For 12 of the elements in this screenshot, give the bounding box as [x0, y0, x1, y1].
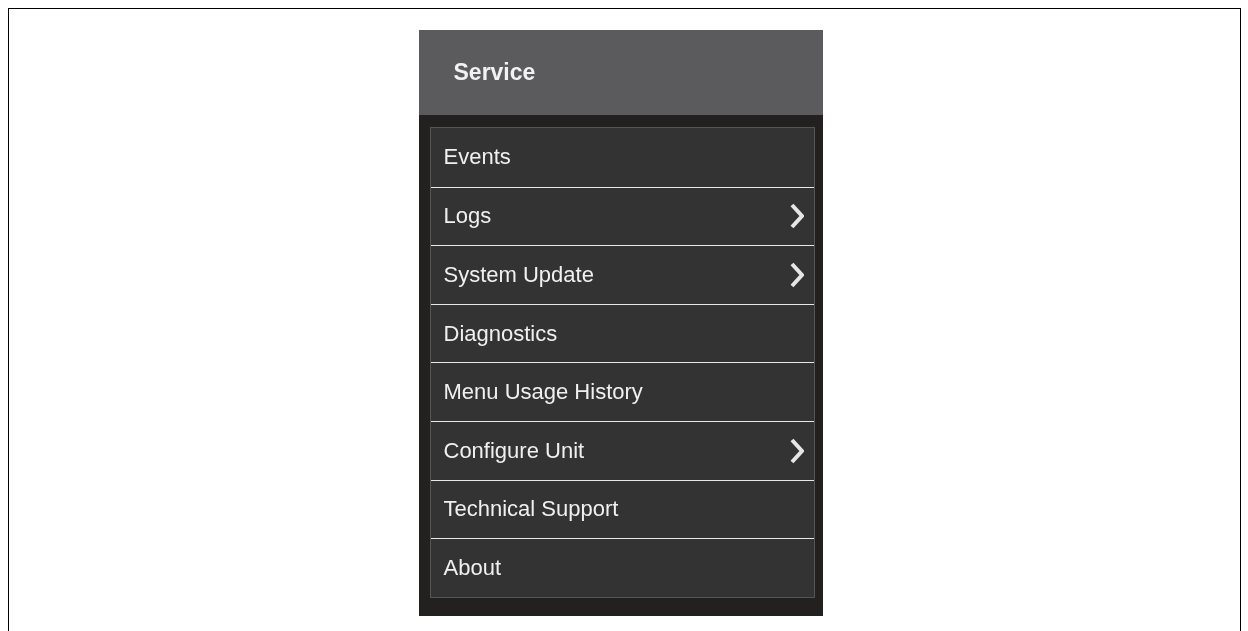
chevron-right-icon: [789, 203, 804, 230]
menu-item[interactable]: System Update: [430, 245, 814, 304]
menu-title: Service: [453, 59, 536, 86]
menu-item[interactable]: Configure Unit: [430, 420, 814, 480]
menu-item[interactable]: Events: [430, 128, 814, 187]
menu-item[interactable]: Menu Usage History: [430, 362, 814, 421]
menu-item[interactable]: About: [430, 538, 814, 597]
menu-item[interactable]: Logs: [430, 186, 814, 246]
menu-item[interactable]: Technical Support: [430, 479, 814, 539]
menu-item[interactable]: Diagnostics: [430, 303, 814, 363]
chevron-right-icon: [789, 262, 804, 288]
chevron-right-icon: [789, 437, 804, 464]
